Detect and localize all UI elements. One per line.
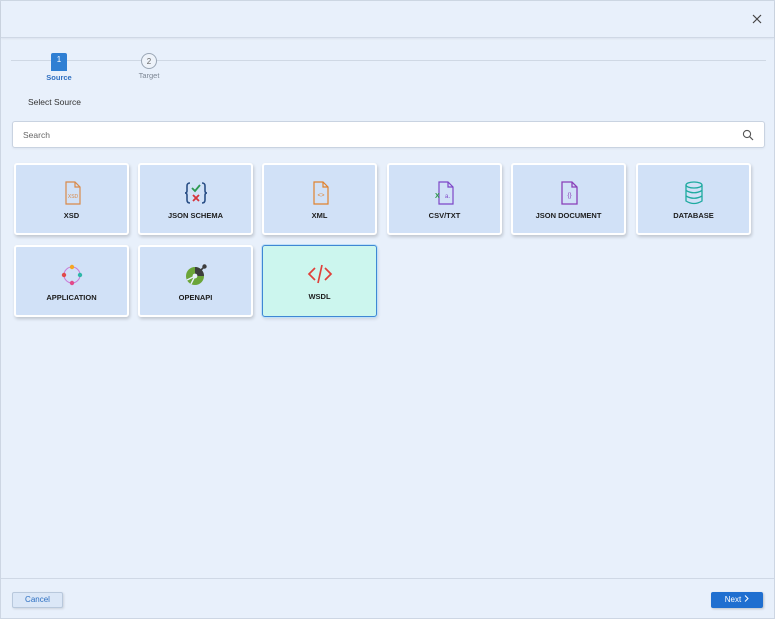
tile-label: DATABASE: [673, 211, 714, 220]
tile-openapi[interactable]: OPENAPI: [138, 245, 253, 317]
tile-json-schema[interactable]: JSON SCHEMA: [138, 163, 253, 235]
tile-label: JSON SCHEMA: [167, 211, 223, 220]
tile-label: CSV/TXT: [428, 211, 461, 220]
tile-application[interactable]: APPLICATION: [14, 245, 129, 317]
dialog-footer: Cancel Next: [1, 578, 774, 618]
tile-csv-txt[interactable]: X a. CSV/TXT: [387, 163, 502, 235]
svg-text:<>: <>: [317, 193, 325, 199]
tile-wsdl[interactable]: WSDL: [262, 245, 377, 317]
source-selection-dialog: 1 Source 2 Target Select Source XSD XSD: [0, 0, 775, 619]
search-icon[interactable]: [742, 129, 754, 141]
tile-json-document[interactable]: {} JSON DOCUMENT: [511, 163, 626, 235]
search-input[interactable]: [13, 122, 764, 147]
application-icon: [61, 264, 82, 286]
next-button-label: Next: [724, 595, 742, 604]
cancel-button[interactable]: Cancel: [12, 592, 63, 608]
next-button[interactable]: Next: [711, 592, 763, 608]
svg-text:{}: {}: [567, 192, 572, 199]
svg-text:a.: a.: [445, 194, 450, 200]
step-target[interactable]: 2 Target: [119, 53, 179, 80]
csv-file-icon: X a.: [435, 181, 454, 205]
tile-label: JSON DOCUMENT: [535, 211, 602, 220]
tile-label: XSD: [63, 211, 80, 220]
svg-text:X: X: [435, 193, 440, 200]
tile-label: XML: [311, 211, 328, 220]
tile-label: OPENAPI: [178, 293, 213, 302]
tile-label: WSDL: [308, 292, 331, 301]
json-document-icon: {}: [560, 181, 578, 205]
step-number: 1: [51, 53, 67, 67]
openapi-icon: [185, 264, 207, 285]
tile-xsd[interactable]: XSD XSD: [14, 163, 129, 235]
tile-database[interactable]: DATABASE: [636, 163, 751, 235]
svg-text:XSD: XSD: [67, 194, 78, 200]
xml-file-icon: <>: [312, 181, 329, 205]
tile-xml[interactable]: <> XML: [262, 163, 377, 235]
xsd-file-icon: XSD: [64, 181, 81, 205]
source-tiles-grid: XSD XSD JSON SCHEMA <> XML X a. CSV/TXT …: [14, 163, 754, 323]
wsdl-code-icon: [307, 264, 332, 284]
step-source[interactable]: 1 Source: [29, 53, 89, 82]
database-icon: [684, 181, 703, 205]
dialog-header: [1, 1, 774, 38]
section-label: Select Source: [28, 97, 81, 107]
step-label: Source: [46, 73, 72, 82]
close-icon[interactable]: [750, 12, 764, 26]
search-box: [12, 121, 765, 148]
step-number: 2: [141, 53, 157, 69]
tile-label: APPLICATION: [46, 293, 97, 302]
json-schema-icon: [184, 182, 207, 204]
step-label: Target: [138, 71, 160, 80]
wizard-stepper: 1 Source 2 Target: [11, 53, 766, 87]
chevron-right-icon: [744, 595, 749, 602]
